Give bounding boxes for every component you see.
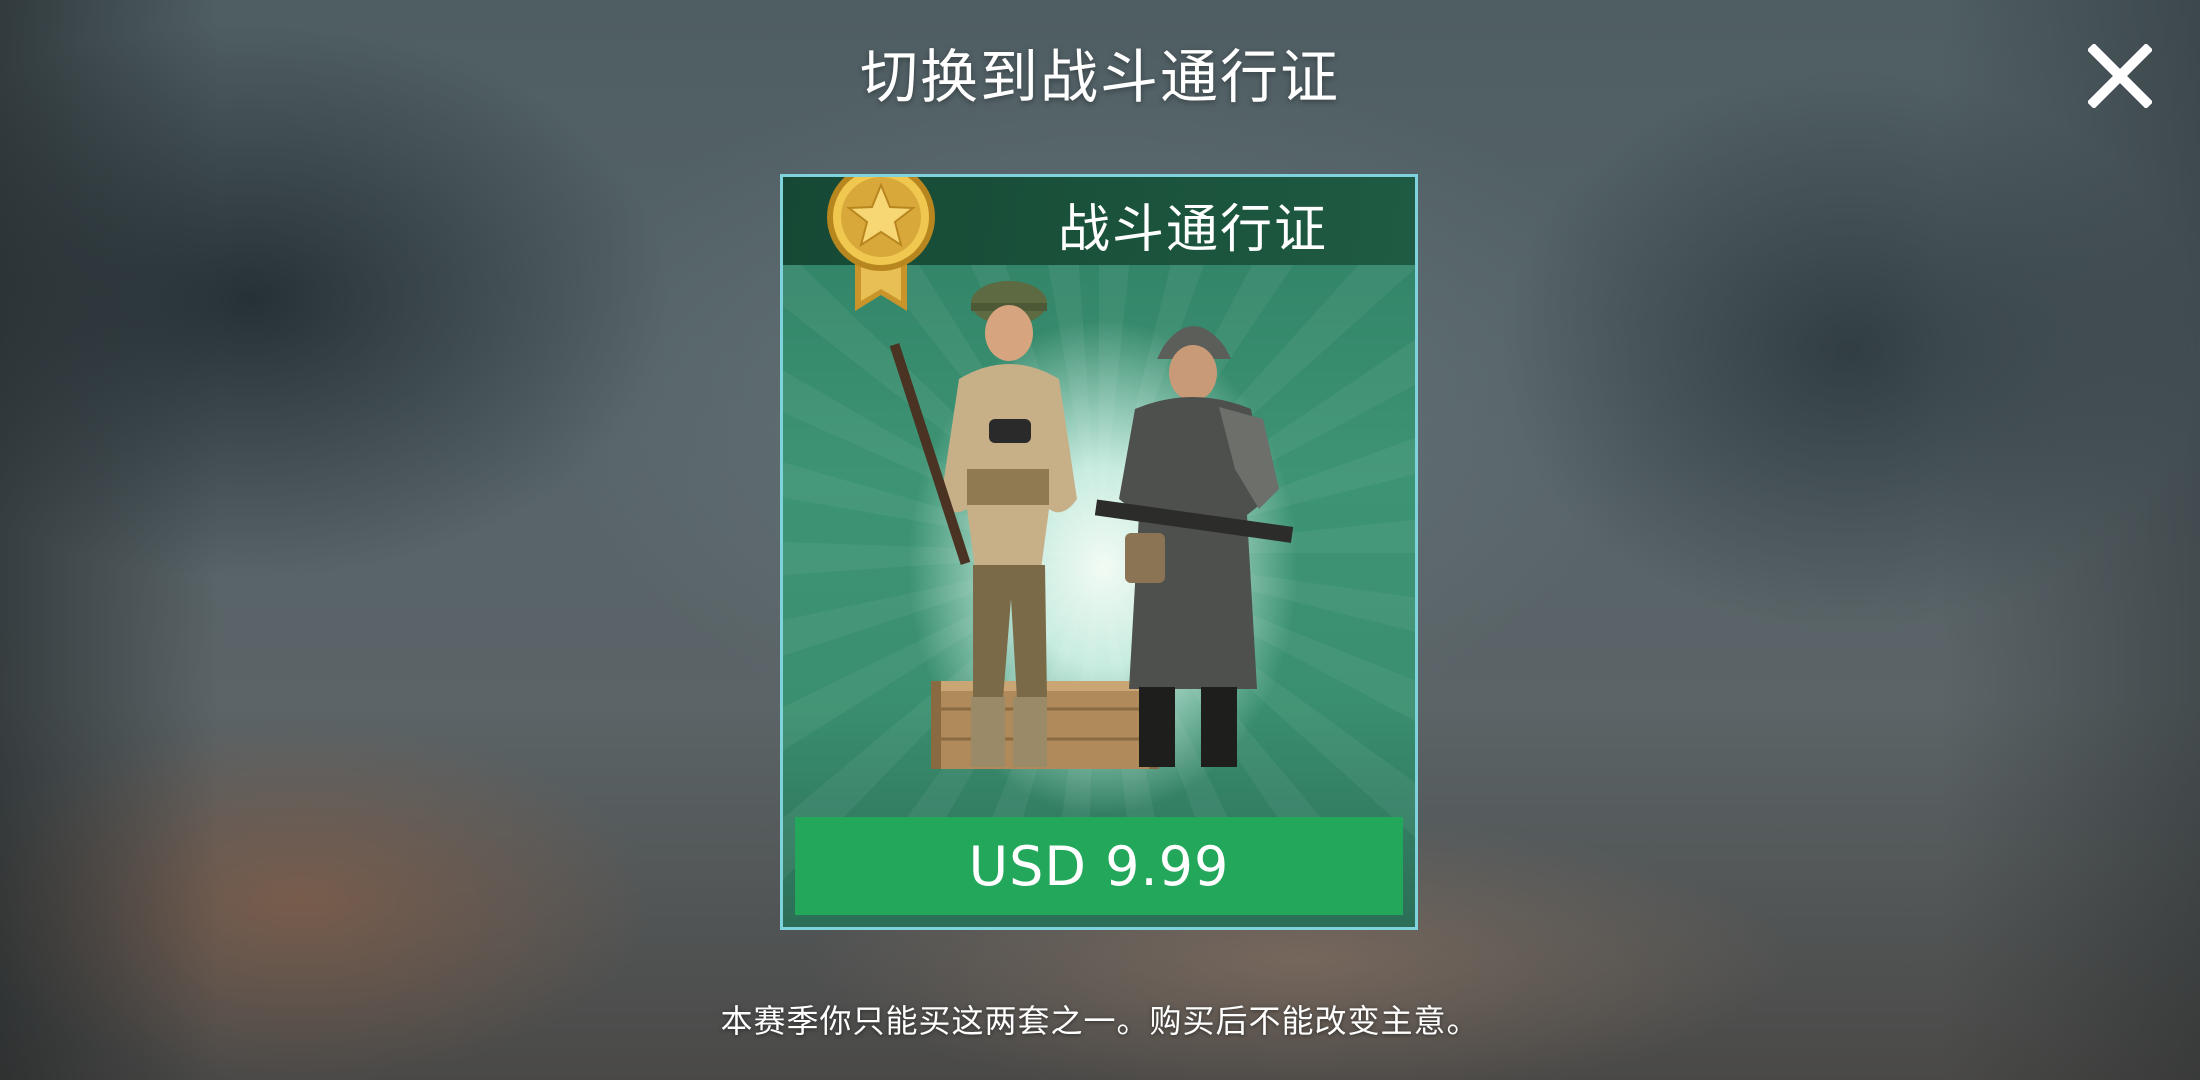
soldiers-illustration [889, 281, 1294, 769]
buy-button[interactable]: USD 9.99 [795, 817, 1403, 915]
star-medal-icon [827, 177, 935, 311]
purchase-notice: 本赛季你只能买这两套之一。购买后不能改变主意。 [720, 1002, 1480, 1040]
close-icon [2086, 42, 2154, 110]
close-button[interactable] [2086, 42, 2154, 110]
dialog-title: 切换到战斗通行证 [859, 43, 1340, 111]
card-title: 战斗通行证 [1057, 200, 1328, 260]
battle-pass-card[interactable]: 战斗通行证 USD 9.99 [780, 174, 1418, 930]
